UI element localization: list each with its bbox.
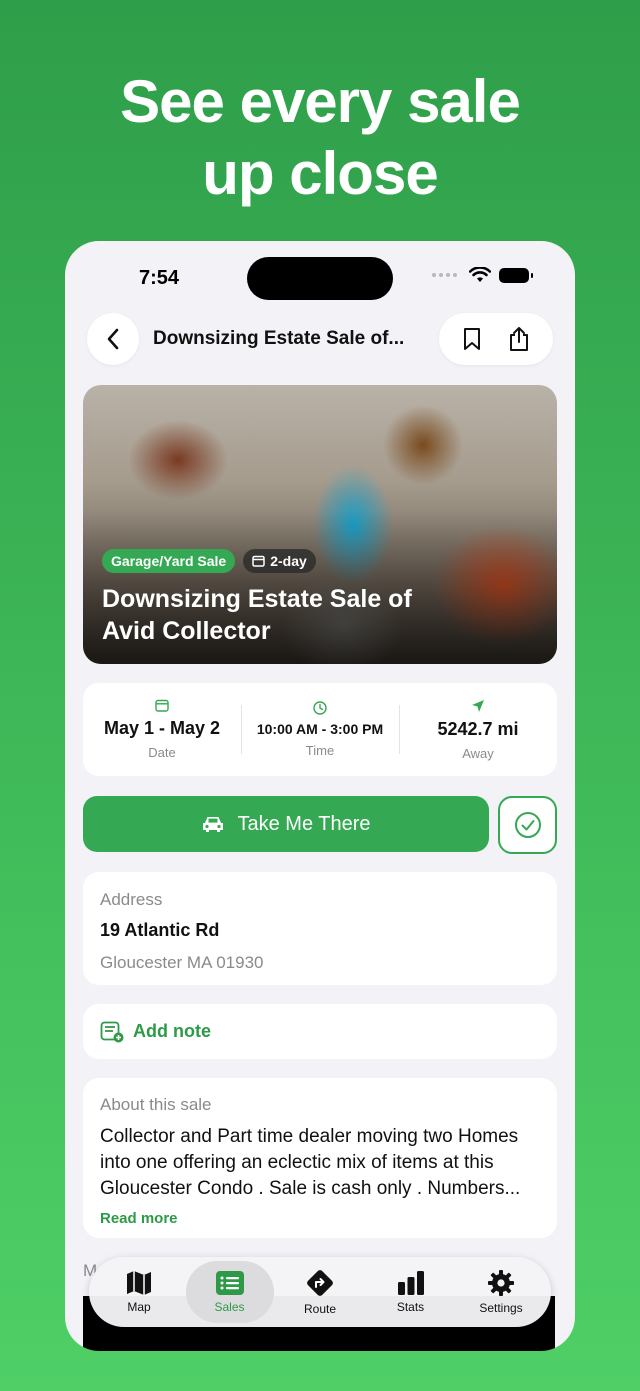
time-value: 10:00 AM - 3:00 PM bbox=[256, 721, 384, 737]
dynamic-island bbox=[247, 257, 393, 300]
tab-map[interactable]: Map bbox=[95, 1261, 183, 1323]
tab-stats-label: Stats bbox=[396, 1300, 425, 1314]
address-city: Gloucester MA 01930 bbox=[100, 953, 264, 972]
distance-label: Away bbox=[462, 745, 494, 761]
add-note-button[interactable]: Add note bbox=[83, 1004, 557, 1059]
add-note-icon bbox=[100, 1021, 124, 1042]
about-text: Collector and Part time dealer moving tw… bbox=[100, 1126, 521, 1199]
add-note-label: Add note bbox=[133, 1021, 211, 1041]
sale-tags: Garage/Yard Sale 2-day bbox=[102, 549, 316, 573]
chevron-left-icon bbox=[107, 328, 119, 350]
list-icon bbox=[215, 1271, 244, 1295]
sale-title: Downsizing Estate Sale of Avid Collector bbox=[102, 585, 412, 645]
sale-info-card: May 1 - May 2 Date 10:00 AM - 3:00 PM Ti… bbox=[83, 683, 557, 776]
promo-line-1: See every sale bbox=[120, 68, 521, 135]
distance-info: 5242.7 mi Away bbox=[399, 683, 557, 776]
read-more-link[interactable]: Read more bbox=[100, 1210, 540, 1227]
duration-label: 2-day bbox=[270, 553, 307, 569]
about-label: About this sale bbox=[100, 1095, 212, 1114]
tab-settings[interactable]: Settings bbox=[457, 1261, 545, 1323]
clock-icon bbox=[313, 701, 327, 715]
category-tag: Garage/Yard Sale bbox=[102, 549, 236, 573]
signal-icon bbox=[432, 273, 457, 277]
date-label: Date bbox=[148, 745, 176, 760]
battery-icon bbox=[499, 267, 533, 283]
share-icon[interactable] bbox=[508, 326, 530, 352]
date-info: May 1 - May 2 Date bbox=[83, 683, 241, 776]
time-info: 10:00 AM - 3:00 PM Time bbox=[241, 683, 399, 776]
tab-map-label: Map bbox=[127, 1300, 151, 1314]
tab-sales-label: Sales bbox=[214, 1300, 245, 1314]
calendar-icon bbox=[252, 555, 265, 567]
back-button[interactable] bbox=[87, 313, 139, 365]
mark-visited-button[interactable] bbox=[498, 796, 557, 854]
tab-bar: Map Sales Route Stats Settings bbox=[89, 1257, 551, 1327]
duration-tag: 2-day bbox=[243, 549, 316, 573]
distance-value: 5242.7 mi bbox=[437, 718, 519, 739]
checkmark-circle-icon bbox=[514, 812, 541, 838]
bookmark-icon[interactable] bbox=[463, 327, 481, 351]
nav-actions bbox=[439, 313, 553, 365]
take-me-there-button[interactable]: Take Me There bbox=[83, 796, 489, 852]
tab-route-label: Route bbox=[303, 1302, 337, 1316]
tab-sales[interactable]: Sales bbox=[185, 1261, 274, 1323]
stats-icon bbox=[397, 1271, 424, 1295]
status-icons bbox=[432, 267, 533, 283]
route-icon bbox=[307, 1270, 333, 1296]
date-value: May 1 - May 2 bbox=[103, 718, 221, 738]
address-card[interactable]: Address 19 Atlantic Rd Gloucester MA 019… bbox=[83, 872, 557, 985]
wifi-icon bbox=[469, 267, 491, 282]
map-icon bbox=[127, 1271, 151, 1295]
phone-screen: 7:54 Downsizing Estate Sale of... Garage… bbox=[65, 241, 575, 1351]
nav-bar: Downsizing Estate Sale of... bbox=[87, 313, 553, 365]
tab-settings-label: Settings bbox=[479, 1301, 523, 1315]
tab-route[interactable]: Route bbox=[276, 1261, 364, 1323]
promo-headline: See every sale up close bbox=[0, 66, 640, 210]
tab-stats[interactable]: Stats bbox=[367, 1261, 455, 1323]
take-me-there-label: Take Me There bbox=[237, 812, 371, 835]
calendar-icon bbox=[155, 699, 169, 712]
car-icon bbox=[203, 817, 224, 832]
about-card: About this sale Collector and Part time … bbox=[83, 1078, 557, 1238]
time-label: Time bbox=[305, 743, 335, 758]
promo-line-2: up close bbox=[202, 140, 438, 207]
address-street: 19 Atlantic Rd bbox=[100, 920, 220, 940]
sale-hero[interactable]: Garage/Yard Sale 2-day Downsizing Estate… bbox=[83, 385, 557, 664]
gear-icon bbox=[488, 1270, 514, 1296]
status-time: 7:54 bbox=[139, 267, 180, 289]
location-arrow-icon bbox=[472, 699, 484, 712]
nav-title: Downsizing Estate Sale of... bbox=[153, 328, 405, 349]
address-label: Address bbox=[100, 890, 163, 909]
